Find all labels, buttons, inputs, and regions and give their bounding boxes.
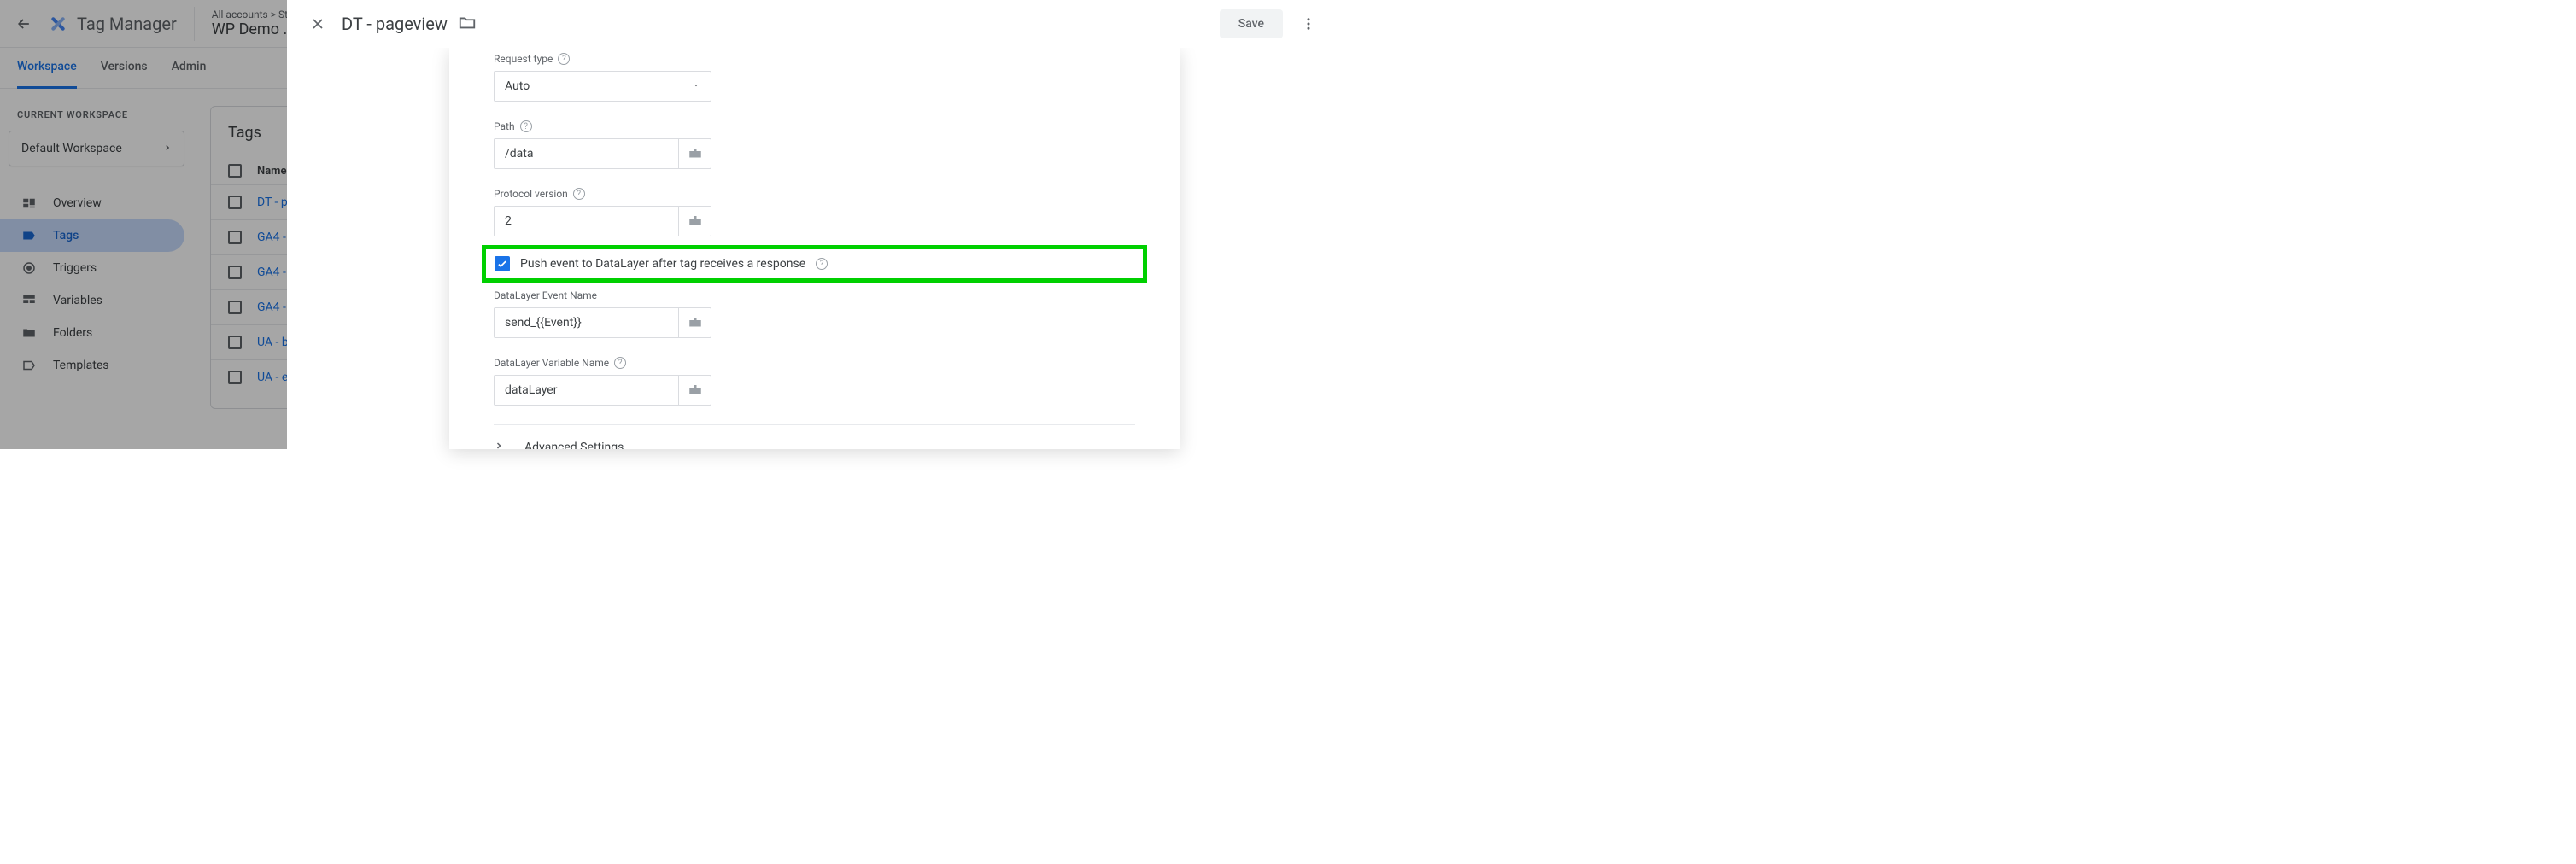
dialog-shade bbox=[287, 48, 449, 449]
brick-plus-icon bbox=[688, 146, 703, 161]
help-icon[interactable]: ? bbox=[614, 357, 626, 369]
chevron-right-icon bbox=[494, 441, 504, 449]
push-event-checkbox[interactable] bbox=[495, 256, 510, 271]
protocol-version-input[interactable] bbox=[494, 206, 679, 236]
tag-config-panel: Request type ? Auto Path ? Protocol vers… bbox=[449, 48, 1180, 449]
dl-event-name-input[interactable] bbox=[494, 307, 679, 338]
help-icon[interactable]: ? bbox=[816, 258, 828, 270]
dl-event-name-label: DataLayer Event Name bbox=[494, 289, 1135, 301]
advanced-settings-label: Advanced Settings bbox=[524, 441, 624, 449]
help-icon[interactable]: ? bbox=[573, 188, 585, 200]
variable-picker-button[interactable] bbox=[679, 206, 711, 236]
dialog-header: DT - pageview Save bbox=[287, 0, 1339, 48]
request-type-value: Auto bbox=[505, 79, 530, 93]
close-button[interactable] bbox=[301, 7, 335, 41]
check-icon bbox=[496, 258, 508, 270]
save-button[interactable]: Save bbox=[1220, 9, 1283, 38]
dl-variable-name-input[interactable] bbox=[494, 375, 679, 406]
advanced-settings-toggle[interactable]: Advanced Settings bbox=[494, 424, 1135, 449]
variable-picker-button[interactable] bbox=[679, 307, 711, 338]
variable-picker-button[interactable] bbox=[679, 375, 711, 406]
dialog-title[interactable]: DT - pageview bbox=[342, 14, 448, 34]
more-menu-button[interactable] bbox=[1291, 7, 1326, 41]
request-type-select[interactable]: Auto bbox=[494, 71, 711, 102]
help-icon[interactable]: ? bbox=[520, 120, 532, 132]
chevron-down-icon bbox=[692, 79, 700, 93]
path-input[interactable] bbox=[494, 138, 679, 169]
variable-picker-button[interactable] bbox=[679, 138, 711, 169]
kebab-icon bbox=[1301, 16, 1316, 32]
push-event-label: Push event to DataLayer after tag receiv… bbox=[520, 257, 805, 271]
dl-variable-name-label: DataLayer Variable Name ? bbox=[494, 357, 1135, 369]
brick-plus-icon bbox=[688, 382, 703, 398]
path-label: Path ? bbox=[494, 120, 1135, 132]
help-icon[interactable]: ? bbox=[558, 53, 570, 65]
dialog-shade bbox=[1180, 48, 1339, 449]
folder-icon[interactable] bbox=[458, 13, 477, 35]
protocol-version-label: Protocol version ? bbox=[494, 188, 1135, 200]
close-icon bbox=[309, 15, 326, 32]
push-event-row-highlight: Push event to DataLayer after tag receiv… bbox=[482, 245, 1147, 283]
request-type-label: Request type ? bbox=[494, 53, 1135, 65]
brick-plus-icon bbox=[688, 213, 703, 229]
brick-plus-icon bbox=[688, 315, 703, 330]
